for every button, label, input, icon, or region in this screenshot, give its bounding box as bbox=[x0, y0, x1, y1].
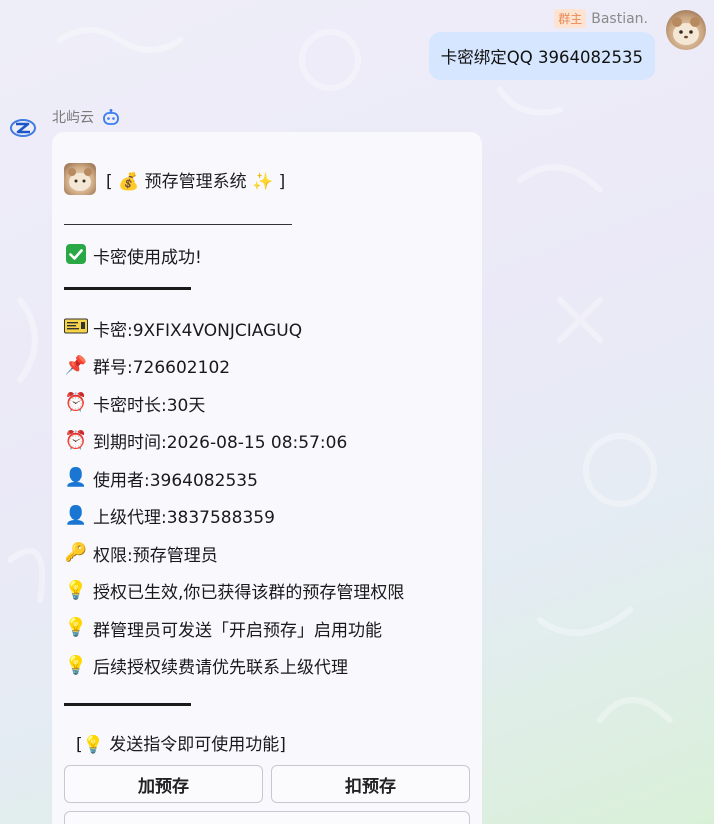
permission-text: 权限:预存管理员 bbox=[93, 545, 218, 566]
agent-text: 上级代理:3837588359 bbox=[93, 508, 275, 529]
card-title: [ 💰 预存管理系统 ✨ ] bbox=[106, 171, 286, 192]
outgoing-message: 群主 Bastian. 卡密绑定QQ 3964082535 bbox=[406, 8, 706, 88]
tip-text: 群管理员可发送「开启预存」启用功能 bbox=[93, 620, 382, 641]
list-item: 👤 上级代理:3837588359 bbox=[64, 497, 470, 535]
check-icon bbox=[64, 243, 88, 269]
tip-text: 授权已生效,你已获得该群的预存管理权限 bbox=[93, 583, 405, 604]
list-item: 💡 群管理员可发送「开启预存」启用功能 bbox=[64, 610, 470, 648]
tip-text: 后续授权续费请优先联系上级代理 bbox=[93, 658, 348, 679]
card-avatar bbox=[64, 163, 96, 195]
group-number-text: 群号:726602102 bbox=[93, 358, 231, 379]
robot-icon bbox=[103, 109, 119, 125]
list-item: ⏰ 卡密时长:30天 bbox=[64, 385, 470, 423]
card-key-text: 卡密:9XFIX4VONJCIAGUQ bbox=[93, 320, 303, 341]
sender-meta: 群主 Bastian. bbox=[554, 9, 648, 28]
sender-name[interactable]: Bastian. bbox=[591, 11, 648, 27]
key-icon: 🔑 bbox=[64, 542, 88, 564]
alarm-clock-icon: ⏰ bbox=[64, 392, 88, 414]
list-item: 💡 后续授权续费请优先联系上级代理 bbox=[64, 647, 470, 685]
user-text: 使用者:3964082535 bbox=[93, 470, 258, 491]
bulb-icon: 💡 bbox=[64, 617, 88, 639]
card-header: [ 💰 预存管理系统 ✨ ] bbox=[64, 162, 470, 196]
success-line: 卡密使用成功! bbox=[64, 237, 470, 275]
bulb-icon: 💡 bbox=[64, 654, 88, 676]
owner-badge: 群主 bbox=[554, 9, 587, 28]
list-item: ⏰ 到期时间:2026-08-15 08:57:06 bbox=[64, 422, 470, 460]
ticket-icon bbox=[64, 318, 88, 338]
expiry-text: 到期时间:2026-08-15 08:57:06 bbox=[93, 433, 348, 454]
info-list: 卡密:9XFIX4VONJCIAGUQ 📌 群号:726602102 ⏰ 卡密时… bbox=[64, 310, 470, 685]
alarm-clock-icon: ⏰ bbox=[64, 429, 88, 451]
list-item: 📌 群号:726602102 bbox=[64, 347, 470, 385]
success-text: 卡密使用成功! bbox=[93, 248, 202, 269]
deduct-prestore-button[interactable]: 扣预存 bbox=[271, 765, 470, 803]
list-item: 💡 授权已生效,你已获得该群的预存管理权限 bbox=[64, 572, 470, 610]
bot-message-card: [ 💰 预存管理系统 ✨ ] 卡密使用成功! 卡密:9XFIX4VONJCIAG… bbox=[52, 132, 482, 824]
button-row: 加预存 扣预存 bbox=[64, 765, 470, 803]
bot-name[interactable]: 北屿云 bbox=[52, 107, 94, 127]
list-item: 👤 使用者:3964082535 bbox=[64, 460, 470, 498]
duration-text: 卡密时长:30天 bbox=[93, 395, 206, 416]
avatar[interactable] bbox=[666, 10, 706, 50]
list-item: 🔑 权限:预存管理员 bbox=[64, 535, 470, 573]
divider bbox=[64, 286, 191, 290]
divider bbox=[64, 224, 292, 225]
user-icon: 👤 bbox=[64, 504, 88, 526]
bot-logo-icon[interactable] bbox=[9, 117, 37, 139]
user-icon: 👤 bbox=[64, 467, 88, 489]
more-button[interactable] bbox=[64, 811, 470, 824]
bulb-icon: 💡 bbox=[64, 579, 88, 601]
hint-text: [💡 发送指令即可使用功能] bbox=[76, 734, 286, 755]
list-item: 卡密:9XFIX4VONJCIAGUQ bbox=[64, 310, 470, 348]
divider bbox=[64, 702, 191, 706]
message-bubble[interactable]: 卡密绑定QQ 3964082535 bbox=[428, 32, 655, 80]
hint-line: [💡 发送指令即可使用功能] bbox=[64, 724, 470, 762]
add-prestore-button[interactable]: 加预存 bbox=[64, 765, 263, 803]
bot-name-row: 北屿云 bbox=[52, 107, 120, 127]
pin-icon: 📌 bbox=[64, 354, 88, 376]
